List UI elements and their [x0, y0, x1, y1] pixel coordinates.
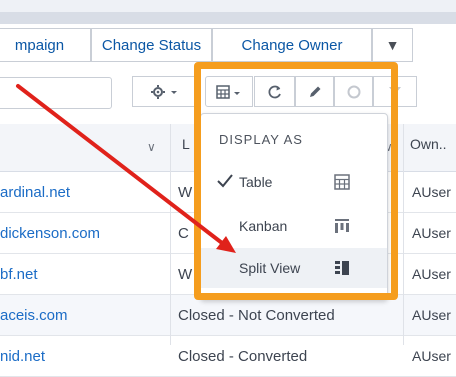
annotation-arrow: [16, 84, 236, 253]
